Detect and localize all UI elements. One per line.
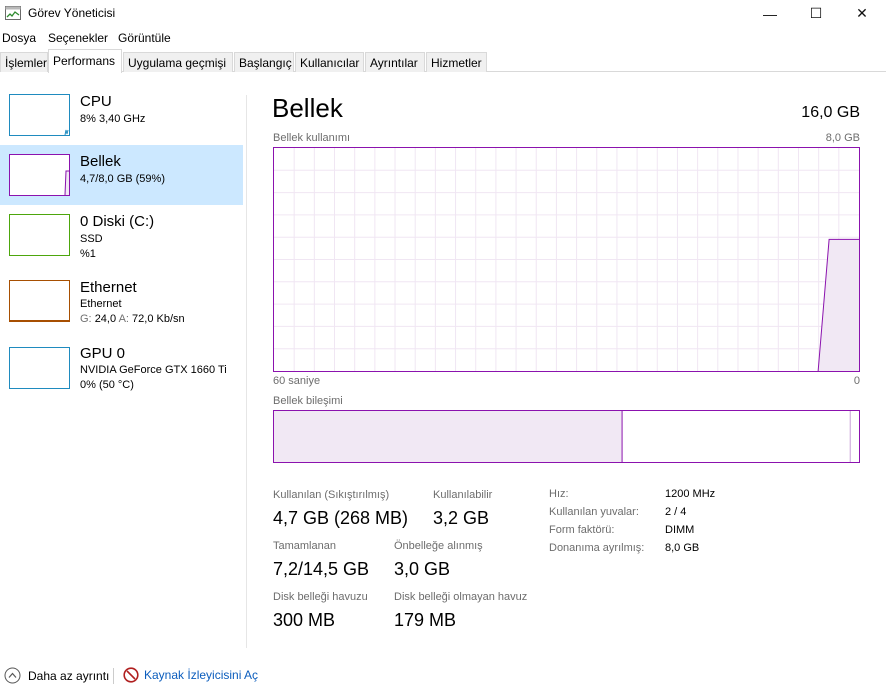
minimize-button[interactable]: — xyxy=(747,0,793,27)
resource-monitor-icon xyxy=(123,667,139,683)
composition-in-use xyxy=(274,411,623,462)
cached-value: 3,0 GB xyxy=(394,559,451,579)
resource-item-cpu[interactable]: CPU 8% 3,40 GHz xyxy=(0,86,243,146)
speed-value: 1200 MHz xyxy=(665,488,716,500)
speed-key: Hız: xyxy=(549,488,569,500)
in-use-label: Kullanılan (Sıkıştırılmış) xyxy=(273,489,390,501)
footer: Daha az ayrıntı Kaynak İzleyicisini Aç xyxy=(0,660,886,692)
resource-detail: %1 xyxy=(80,248,96,260)
form-factor-key: Form faktörü: xyxy=(549,524,615,536)
paged-pool-value: 300 MB xyxy=(273,610,336,630)
memory-composition-label: Bellek bileşimi xyxy=(273,395,343,407)
open-resource-monitor-link[interactable]: Kaynak İzleyicisini Aç xyxy=(123,667,258,683)
memory-usage-graph xyxy=(273,147,860,372)
menu-dosya[interactable]: Dosya xyxy=(2,31,36,45)
cached-label: Önbelleğe alınmış xyxy=(394,540,483,552)
resource-item-bellek[interactable]: Bellek 4,7/8,0 GB (59%) xyxy=(0,145,243,205)
memory-usage-max: 8,0 GB xyxy=(825,132,860,144)
resource-detail: SSD xyxy=(80,233,103,245)
resource-item-disk[interactable]: 0 Diski (C:) SSD %1 xyxy=(0,206,243,266)
fewer-details-label: Daha az ayrıntı xyxy=(28,668,110,683)
close-icon: ✕ xyxy=(856,5,868,21)
tab-hizmetler[interactable]: Hizmetler xyxy=(426,52,487,72)
cpu-mini-graph xyxy=(9,94,70,136)
title-bar: Görev Yöneticisi — ☐ ✕ xyxy=(0,0,886,27)
gpu-mini-graph xyxy=(9,347,70,389)
slots-value: 2 / 4 xyxy=(665,506,687,518)
disk-mini-graph xyxy=(9,214,70,256)
resource-item-gpu[interactable]: GPU 0 NVIDIA GeForce GTX 1660 Ti 0% (50 … xyxy=(0,338,243,398)
network-speed: G: 24,0 A: 72,0 Kb/sn xyxy=(80,312,185,327)
ethernet-mini-graph xyxy=(9,280,70,322)
non-paged-pool-value: 179 MB xyxy=(394,610,457,630)
hardware-reserved-value: 8,0 GB xyxy=(665,542,700,554)
hardware-reserved-key: Donanıma ayrılmış: xyxy=(549,542,645,554)
minimize-icon: — xyxy=(763,5,777,22)
total-memory: 16,0 GB xyxy=(801,104,860,121)
available-value: 3,2 GB xyxy=(433,508,490,528)
available-label: Kullanılabilir xyxy=(433,489,493,501)
time-axis-end: 0 xyxy=(853,375,860,387)
resource-detail: NVIDIA GeForce GTX 1660 Ti xyxy=(80,364,227,376)
window-title: Görev Yöneticisi xyxy=(28,6,116,20)
resource-name: Bellek xyxy=(80,153,121,170)
receive-value: 72,0 Kb/sn xyxy=(132,313,185,325)
form-factor-value: DIMM xyxy=(665,524,695,536)
committed-label: Tamamlanan xyxy=(273,540,336,552)
send-value: 24,0 xyxy=(94,313,117,325)
close-button[interactable]: ✕ xyxy=(839,0,885,27)
resource-name: 0 Diski (C:) xyxy=(80,213,155,230)
tab-baslangic[interactable]: Başlangıç xyxy=(234,52,294,72)
resource-monitor-label: Kaynak İzleyicisini Aç xyxy=(144,668,259,682)
resource-detail: 4,7/8,0 GB (59%) xyxy=(80,173,165,185)
maximize-button[interactable]: ☐ xyxy=(793,0,839,27)
resource-detail: 8% 3,40 GHz xyxy=(80,113,146,125)
memory-composition-bar xyxy=(273,410,860,463)
fewer-details-button[interactable]: Daha az ayrıntı xyxy=(4,667,109,684)
committed-value: 7,2/14,5 GB xyxy=(273,559,370,579)
slots-key: Kullanılan yuvalar: xyxy=(549,506,639,518)
tab-islemler[interactable]: İşlemler xyxy=(0,52,48,72)
resource-detail: 0% (50 °C) xyxy=(80,379,134,391)
resource-item-ethernet[interactable]: Ethernet Ethernet G: 24,0 A: 72,0 Kb/sn xyxy=(0,272,243,332)
time-axis-start: 60 saniye xyxy=(273,375,321,387)
tab-bar: İşlemler Performans Uygulama geçmişi Baş… xyxy=(0,49,886,73)
maximize-icon: ☐ xyxy=(809,5,823,21)
tab-ayrintilar[interactable]: Ayrıntılar xyxy=(365,52,425,72)
resource-name: CPU xyxy=(80,93,112,110)
footer-separator xyxy=(113,668,114,684)
memory-mini-graph xyxy=(9,154,70,196)
resource-name: GPU 0 xyxy=(80,345,126,362)
page-title: Bellek xyxy=(272,93,343,123)
non-paged-pool-label: Disk belleği olmayan havuz xyxy=(394,591,528,603)
task-manager-app-icon xyxy=(5,6,21,20)
memory-usage-label: Bellek kullanımı xyxy=(273,132,351,144)
chevron-up-circle-icon xyxy=(4,667,21,684)
resource-detail: Ethernet xyxy=(80,298,122,310)
send-label: G: xyxy=(80,313,92,325)
resource-name: Ethernet xyxy=(80,279,137,296)
in-use-value: 4,7 GB (268 MB) xyxy=(273,508,409,528)
menu-goruntule[interactable]: Görüntüle xyxy=(118,31,171,45)
tab-uygulama-gecmisi[interactable]: Uygulama geçmişi xyxy=(123,52,233,72)
tab-kullanicilar[interactable]: Kullanıcılar xyxy=(295,52,364,72)
pane-divider xyxy=(246,95,247,648)
tab-performans[interactable]: Performans xyxy=(48,49,122,73)
resource-list: CPU 8% 3,40 GHz Bellek 4,7/8,0 GB (59%) … xyxy=(0,72,246,650)
menu-secenekler[interactable]: Seçenekler xyxy=(48,31,108,45)
menu-bar: Dosya Seçenekler Görüntüle xyxy=(0,29,886,47)
paged-pool-label: Disk belleği havuzu xyxy=(273,591,368,603)
graph-grid xyxy=(274,148,859,371)
receive-label: A: xyxy=(118,313,129,325)
